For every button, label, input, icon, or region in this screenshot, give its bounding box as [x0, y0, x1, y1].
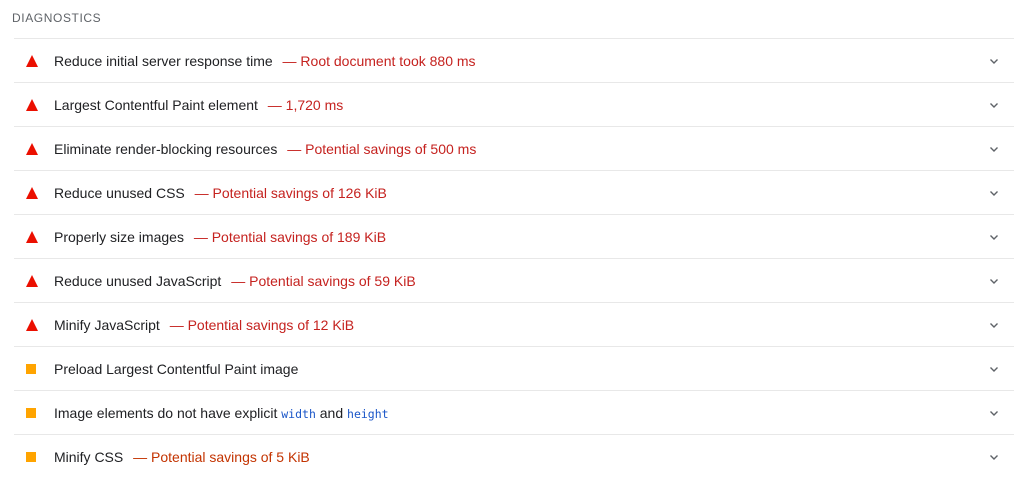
audit-title: Reduce initial server response time	[54, 52, 273, 69]
audit-title: Image elements do not have explicit	[54, 404, 278, 421]
triangle-warning-icon	[26, 98, 38, 111]
severity-indicator	[14, 230, 54, 243]
chevron-down-icon[interactable]	[988, 187, 1000, 199]
code-height: height	[347, 406, 389, 421]
audit-title-mid: and	[319, 404, 344, 421]
audit-list: Reduce initial server response time — Ro…	[14, 38, 1014, 479]
severity-indicator	[14, 363, 54, 374]
triangle-warning-icon	[26, 230, 38, 243]
audit-title: Reduce unused CSS	[54, 184, 185, 201]
audit-title: Eliminate render-blocking resources	[54, 140, 278, 157]
audit-detail: — 1,720 ms	[267, 96, 344, 113]
severity-indicator	[14, 318, 54, 331]
audit-detail: — Potential savings of 189 KiB	[193, 228, 387, 245]
audit-detail: — Root document took 880 ms	[282, 52, 476, 69]
chevron-down-icon[interactable]	[988, 451, 1000, 463]
audit-detail: — Potential savings of 126 KiB	[194, 184, 387, 201]
chevron-down-icon[interactable]	[988, 99, 1000, 111]
severity-indicator	[14, 98, 54, 111]
audit-row-minify-css[interactable]: Minify CSS — Potential savings of 5 KiB	[14, 435, 1014, 479]
audit-row-size-images[interactable]: Properly size images — Potential savings…	[14, 215, 1014, 259]
chevron-down-icon[interactable]	[988, 143, 1000, 155]
audit-title: Reduce unused JavaScript	[54, 272, 222, 289]
triangle-warning-icon	[26, 54, 38, 67]
severity-indicator	[14, 407, 54, 418]
severity-indicator	[14, 54, 54, 67]
severity-indicator	[14, 142, 54, 155]
chevron-down-icon[interactable]	[988, 231, 1000, 243]
triangle-warning-icon	[26, 186, 38, 199]
diagnostics-panel: DIAGNOSTICS Reduce initial server respon…	[0, 0, 1024, 484]
audit-row-unused-js[interactable]: Reduce unused JavaScript — Potential sav…	[14, 259, 1014, 303]
audit-row-minify-js[interactable]: Minify JavaScript — Potential savings of…	[14, 303, 1014, 347]
audit-title: Largest Contentful Paint element	[54, 96, 258, 113]
audit-detail: — Potential savings of 12 KiB	[169, 316, 355, 333]
chevron-down-icon[interactable]	[988, 319, 1000, 331]
audit-row-render-blocking[interactable]: Eliminate render-blocking resources — Po…	[14, 127, 1014, 171]
chevron-down-icon[interactable]	[988, 55, 1000, 67]
triangle-warning-icon	[26, 142, 38, 155]
severity-indicator	[14, 274, 54, 287]
audit-detail: — Potential savings of 5 KiB	[133, 449, 310, 465]
audit-detail: — Potential savings of 500 ms	[287, 140, 477, 157]
chevron-down-icon[interactable]	[988, 275, 1000, 287]
section-title: DIAGNOSTICS	[12, 11, 102, 25]
audit-title: Preload Largest Contentful Paint image	[54, 360, 299, 377]
square-warning-icon	[26, 407, 36, 418]
severity-indicator	[14, 452, 54, 462]
severity-indicator	[14, 186, 54, 199]
audit-row-image-dimensions[interactable]: Image elements do not have explicit widt…	[14, 391, 1014, 435]
audit-row-preload-lcp[interactable]: Preload Largest Contentful Paint image	[14, 347, 1014, 391]
audit-detail: — Potential savings of 59 KiB	[231, 272, 416, 289]
audit-row-server-response[interactable]: Reduce initial server response time — Ro…	[14, 39, 1014, 83]
triangle-warning-icon	[26, 318, 38, 331]
audit-title: Minify CSS	[54, 449, 124, 465]
chevron-down-icon[interactable]	[988, 363, 1000, 375]
chevron-down-icon[interactable]	[988, 407, 1000, 419]
square-warning-icon	[26, 363, 36, 374]
audit-title: Properly size images	[54, 228, 184, 245]
audit-title: Minify JavaScript	[54, 316, 160, 333]
audit-row-unused-css[interactable]: Reduce unused CSS — Potential savings of…	[14, 171, 1014, 215]
audit-row-lcp-element[interactable]: Largest Contentful Paint element — 1,720…	[14, 83, 1014, 127]
triangle-warning-icon	[26, 274, 38, 287]
code-width: width	[281, 406, 316, 421]
square-warning-icon	[26, 452, 36, 462]
